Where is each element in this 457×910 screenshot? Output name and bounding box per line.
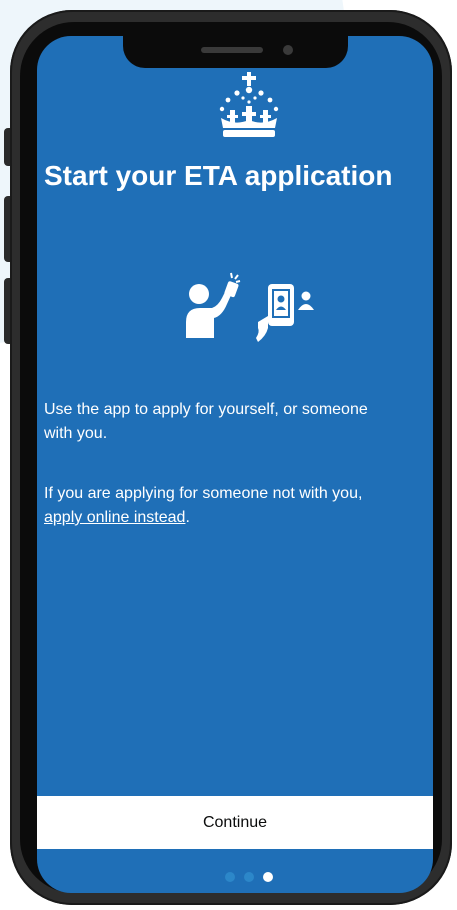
speaker-grille: [201, 47, 263, 53]
apply-online-prefix: If you are applying for someone not with…: [44, 485, 363, 502]
apply-illustration: [186, 272, 314, 342]
front-camera: [283, 45, 293, 55]
page-dot-3-active: [263, 872, 273, 882]
page-title: Start your ETA application: [44, 160, 393, 191]
apply-online-paragraph: If you are applying for someone not with…: [44, 482, 433, 530]
crown-icon: [219, 72, 279, 137]
selfie-person-icon: [186, 272, 241, 338]
page-dot-2: [244, 872, 254, 882]
continue-button[interactable]: Continue: [37, 796, 433, 849]
apply-online-suffix: .: [185, 509, 190, 526]
phone-id-icon: [256, 284, 314, 342]
apply-online-link[interactable]: apply online instead: [44, 509, 185, 526]
app-screen: Start your ETA application Use the app t…: [37, 36, 433, 893]
phone-notch: [123, 36, 348, 68]
page-indicator: [225, 872, 273, 882]
intro-paragraph: Use the app to apply for yourself, or so…: [44, 401, 368, 442]
page-dot-1: [225, 872, 235, 882]
